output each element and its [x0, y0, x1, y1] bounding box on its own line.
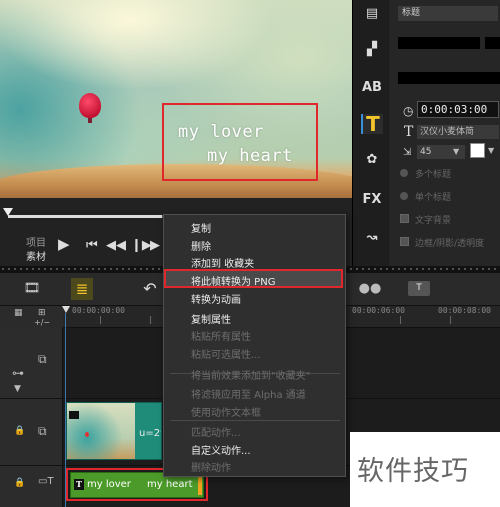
text-background-label: 文字背景 [415, 216, 452, 226]
option-tabs: ▤ ▞ AB T ✿ FX ↝ [352, 0, 388, 266]
ruler-time-label: 00:00:00:00 [72, 306, 125, 315]
ruler-time-label: 00:00:08:00 [438, 306, 491, 315]
overlay-track-icon: ⧉ [38, 352, 47, 366]
menu-separator [170, 420, 340, 421]
transition-icon[interactable]: AB [361, 78, 383, 98]
title-option-field[interactable]: 标题 [398, 6, 498, 21]
style-field[interactable] [398, 72, 500, 84]
video-track-icon: ⧉ [38, 424, 47, 438]
all-tracks-icon[interactable]: ⊶ [12, 366, 24, 380]
single-title-radio[interactable] [400, 192, 408, 200]
chevron-down-icon[interactable]: ▼ [488, 146, 494, 155]
menu-item-convert-to-animation[interactable]: 转换为动画 [191, 291, 241, 306]
scrub-progress [8, 215, 162, 218]
project-mode-label[interactable]: 项目 [26, 234, 46, 249]
clock-icon: ◷ [403, 104, 414, 118]
clip-mode-label[interactable]: 素材 [26, 248, 46, 263]
path-icon[interactable]: ↝ [361, 228, 383, 248]
menu-item-paste-selected-attributes[interactable]: 粘贴可选属性... [191, 346, 261, 361]
menu-item-copy[interactable]: 复制 [191, 220, 211, 235]
undo-icon[interactable]: ↶ [142, 278, 158, 300]
graphics-icon[interactable]: ✿ [361, 150, 383, 170]
balloon-thumbnail [85, 432, 89, 437]
menu-item-delete[interactable]: 删除 [191, 238, 211, 253]
title-icon[interactable]: T [361, 114, 383, 134]
title-track-icon: ▭T [38, 476, 54, 487]
go-to-end-icon[interactable]: ▶ [150, 238, 160, 253]
zoom-fit-icon[interactable]: ⊞ [38, 308, 46, 318]
media-icon[interactable]: ▤ [361, 4, 383, 24]
play-icon[interactable]: ▶ [58, 235, 70, 253]
menu-item-paste-all-attributes[interactable]: 粘贴所有属性 [191, 328, 251, 343]
lock-icon[interactable]: 🔒 [14, 478, 25, 488]
title-highlight-box [162, 103, 318, 181]
lock-icon[interactable]: 🔒 [14, 426, 25, 436]
ruler-controls: ▦ ⊞ +/− [0, 306, 63, 328]
playhead-line [65, 313, 66, 507]
preset-button[interactable] [485, 37, 500, 49]
font-select[interactable]: 汉仪小麦体简 [417, 125, 499, 139]
track-manager-icon[interactable]: ●● [358, 278, 382, 300]
duration-timecode[interactable]: 0:00:03:00 [417, 101, 499, 118]
menu-item-custom-motion[interactable]: 自定义动作... [191, 442, 251, 457]
menu-item-match-motion[interactable]: 匹配动作... [191, 424, 241, 439]
multi-title-radio[interactable] [400, 169, 408, 177]
video-clip-thumbnail [67, 403, 135, 459]
menu-item-delete-motion[interactable]: 删除动作 [191, 459, 231, 474]
ruler-tick [150, 316, 151, 324]
previous-frame-icon[interactable]: ◀◀ [106, 238, 126, 253]
font-icon: T [404, 124, 414, 140]
chevron-down-icon[interactable]: ▼ [14, 384, 21, 394]
video-clip[interactable]: u=29 [66, 402, 162, 460]
ruler-tick [100, 316, 101, 324]
text-background-checkbox[interactable] [400, 214, 409, 223]
hot-air-balloon [79, 93, 101, 118]
go-to-start-icon[interactable]: ⏮ [86, 238, 98, 253]
zoom-plus-minus-icon[interactable]: +/− [34, 318, 50, 327]
ruler-tick [400, 316, 401, 324]
menu-item-convert-frame-to-png[interactable]: 将此帧转换为 PNG [191, 273, 275, 288]
border-shadow-checkbox[interactable] [400, 237, 409, 246]
storyboard-view-icon[interactable]: 🎞 [20, 278, 44, 300]
border-shadow-label: 边框/阴影/透明度 [415, 239, 485, 249]
ruler-tick [450, 316, 451, 324]
title-safe-icon[interactable]: T [408, 281, 430, 296]
watermark-text: 软件技巧 [357, 456, 469, 487]
chevron-down-icon[interactable]: ▼ [453, 145, 459, 159]
menu-item-apply-filter-alpha[interactable]: 将滤镜应用至 Alpha 通道 [191, 386, 306, 401]
font-size-icon: ⇲ [403, 147, 412, 158]
menu-item-use-motion-textbox[interactable]: 使用动作文本框 [191, 404, 261, 419]
clip-badge-icon [69, 411, 79, 419]
video-clip-label: u=29 [139, 428, 161, 439]
fx-filter-icon[interactable]: FX [361, 190, 383, 210]
menu-item-add-to-favorites[interactable]: 添加到 收藏夹 [191, 255, 254, 270]
preset-field[interactable] [398, 37, 480, 49]
track-headers: ⊶ ▼ ⧉ 🔒 ⧉ 🔒 ▭T [0, 328, 63, 507]
scrub-handle[interactable] [3, 208, 13, 216]
next-frame-icon[interactable]: ❙▶ [131, 238, 152, 253]
playhead-marker[interactable] [62, 306, 70, 313]
single-title-label: 单个标题 [415, 193, 452, 203]
multi-title-label: 多个标题 [415, 170, 452, 180]
track-view-icon[interactable]: ▦ [14, 308, 23, 318]
timeline-view-icon[interactable]: ≣ [71, 278, 93, 300]
options-panel: 标题 ◷ 0:00:03:00 T 汉仪小麦体简 ⇲ 45 ▼ ▼ 多个标题 单… [389, 0, 500, 266]
ruler-time-label: 00:00:06:00 [352, 306, 405, 315]
instant-project-icon[interactable]: ▞ [361, 40, 383, 60]
menu-item-copy-attributes[interactable]: 复制属性 [191, 311, 231, 326]
menu-item-add-effect-to-favorites[interactable]: 将当前效果添加到"收藏夹" [191, 367, 310, 382]
balloon-basket [88, 118, 92, 123]
text-color-swatch[interactable] [470, 143, 485, 158]
